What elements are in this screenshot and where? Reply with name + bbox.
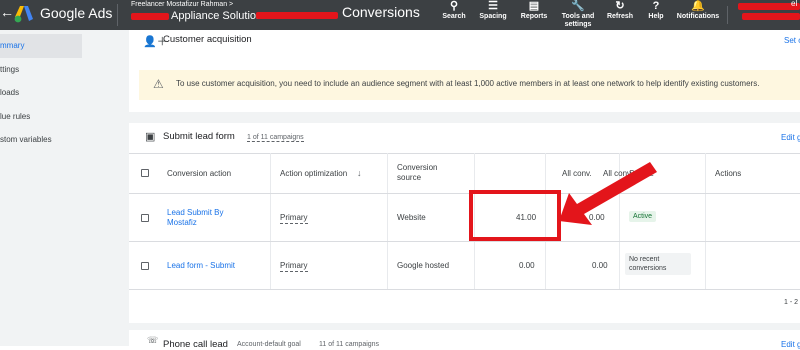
divider: [129, 241, 800, 242]
sidebar-item-uploads[interactable]: loads: [0, 81, 82, 105]
reports-label: Reports: [520, 13, 548, 20]
divider: [727, 6, 728, 24]
phone-call-lead-card: ☏ Phone call lead Account-default goal 1…: [129, 330, 800, 350]
card-title: Submit lead form: [163, 131, 235, 142]
divider: [705, 153, 706, 290]
campaigns-count[interactable]: 1 of 11 campaigns: [247, 134, 304, 142]
notifications-label: Notifications: [676, 13, 720, 20]
conversion-action-name[interactable]: Lead Submit By Mostafiz: [167, 208, 247, 228]
sidebar: mmary ttings loads lue rules stom variab…: [0, 30, 82, 346]
edit-goal-link[interactable]: Edit g: [781, 133, 800, 142]
sidebar-item-custom-variables[interactable]: stom variables: [0, 128, 82, 152]
column-header-action-optimization[interactable]: Action optimization: [280, 169, 347, 179]
help-label: Help: [648, 13, 664, 20]
warning-text: To use customer acquisition, you need to…: [176, 79, 760, 88]
divider: [117, 4, 118, 26]
redaction-mark: [131, 13, 169, 20]
all-conv-value: 0.00: [519, 261, 535, 270]
spacing-icon: ☰: [488, 0, 498, 12]
column-header-actions: Actions: [715, 169, 742, 178]
reports-button[interactable]: ▤ Reports: [518, 0, 550, 30]
select-all-checkbox[interactable]: [141, 169, 149, 177]
warning-icon: ⚠: [153, 77, 164, 91]
refresh-label: Refresh: [606, 13, 634, 20]
conversion-source-value: Google hosted: [397, 261, 450, 270]
all-conv-value-amount: 0.00: [592, 261, 608, 270]
user-account-label[interactable]: el: [791, 0, 797, 8]
divider: [129, 193, 800, 194]
top-app-bar: ← Google Ads Freelancer Mostafizur Rahma…: [0, 0, 800, 30]
back-arrow-icon[interactable]: ←: [0, 4, 14, 20]
refresh-button[interactable]: ↻ Refresh: [604, 0, 636, 30]
spacing-button[interactable]: ☰ Spacing: [478, 0, 508, 30]
brand-name: Google Ads: [40, 5, 113, 21]
reports-icon: ▤: [528, 0, 540, 12]
search-label: Search: [442, 13, 466, 20]
row-checkbox[interactable]: [141, 262, 149, 270]
main-content: 👤＋ Customer acquisition Set o ⚠ To use c…: [82, 30, 800, 350]
help-icon: ?: [652, 0, 660, 12]
action-optimization-value[interactable]: Primary: [280, 213, 308, 224]
lead-form-icon: ▣: [145, 131, 156, 143]
bell-icon: 🔔: [691, 0, 705, 12]
manager-account-breadcrumb[interactable]: Freelancer Mostafizur Rahman >: [131, 1, 233, 8]
conversion-source-value: Website: [397, 213, 426, 222]
search-button[interactable]: ⚲ Search: [440, 0, 468, 30]
sidebar-item-settings[interactable]: ttings: [0, 58, 82, 82]
customer-acquisition-card: 👤＋ Customer acquisition Set o ⚠ To use c…: [129, 30, 800, 112]
wrench-icon: 🔧: [571, 0, 585, 12]
card-title: Customer acquisition: [163, 34, 252, 45]
refresh-icon: ↻: [615, 0, 625, 12]
sort-down-icon[interactable]: ↓: [357, 168, 362, 178]
divider: [129, 153, 800, 154]
pagination-range: 1 - 2: [784, 299, 799, 306]
action-optimization-value[interactable]: Primary: [280, 261, 308, 272]
divider: [387, 153, 388, 290]
status-badge: No recent conversions: [625, 253, 691, 275]
card-title: Phone call lead: [163, 339, 228, 350]
divider: [270, 153, 271, 290]
row-checkbox[interactable]: [141, 214, 149, 222]
setup-link[interactable]: Set o: [784, 36, 800, 45]
search-icon: ⚲: [449, 0, 459, 12]
spacing-label: Spacing: [479, 13, 507, 20]
highlight-box: [469, 190, 561, 241]
submit-lead-form-card: ▣ Submit lead form 1 of 11 campaigns Edi…: [129, 123, 800, 323]
sidebar-item-summary[interactable]: mmary: [0, 34, 82, 58]
redaction-mark: [256, 12, 338, 19]
conversion-action-name[interactable]: Lead form - Submit: [167, 261, 235, 271]
google-ads-logo: [14, 6, 33, 23]
account-name[interactable]: Appliance Solution: [171, 10, 262, 22]
page-title: Conversions: [342, 4, 420, 20]
tools-and-settings-label: Tools and settings: [561, 13, 595, 28]
phone-icon: ☏: [147, 335, 159, 345]
column-header-conversion-source[interactable]: Conversion source: [397, 163, 457, 183]
help-button[interactable]: ? Help: [644, 0, 668, 30]
warning-banner: ⚠ To use customer acquisition, you need …: [139, 70, 800, 100]
edit-goal-link[interactable]: Edit g: [781, 340, 800, 349]
divider: [129, 289, 800, 290]
annotation-arrow-icon: [559, 162, 657, 225]
notifications-button[interactable]: 🔔 Notifications: [674, 0, 722, 30]
sidebar-item-value-rules[interactable]: lue rules: [0, 105, 82, 129]
campaigns-count[interactable]: 11 of 11 campaigns: [319, 341, 379, 348]
column-header-conversion-action[interactable]: Conversion action: [167, 169, 231, 179]
tools-and-settings-button[interactable]: 🔧 Tools and settings: [558, 0, 598, 30]
redaction-mark: [742, 13, 800, 20]
goal-type: Account-default goal: [237, 341, 301, 348]
